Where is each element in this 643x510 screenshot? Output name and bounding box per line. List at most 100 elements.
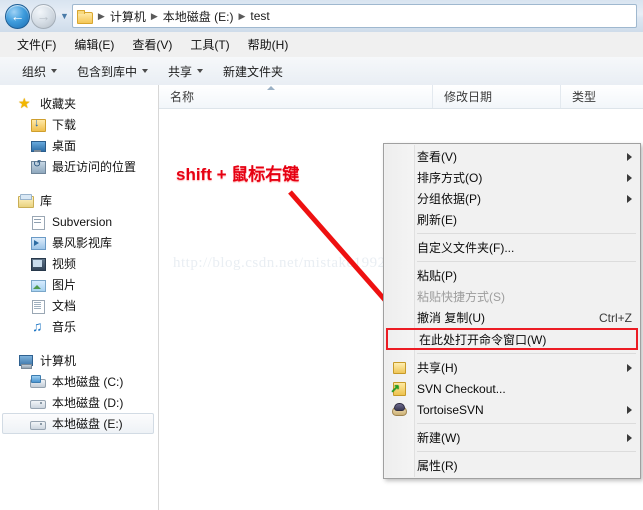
sidebar-group-label: 库	[40, 194, 53, 208]
folder-icon	[76, 9, 93, 24]
svn-checkout-icon	[390, 381, 407, 396]
ctx-undo-copy[interactable]: 撤消 复制(U) Ctrl+Z	[384, 307, 640, 328]
sidebar-item-item[interactable]: 最近访问的位置	[0, 156, 158, 177]
drive-icon	[30, 417, 46, 431]
sidebar-group-favorites[interactable]: 收藏夹	[0, 93, 158, 114]
ctx-properties[interactable]: 属性(R)	[384, 455, 640, 476]
sidebar-item-item[interactable]: 下载	[0, 114, 158, 135]
column-header-type[interactable]: 类型	[561, 85, 643, 108]
ctx-svn-checkout-label: SVN Checkout...	[417, 381, 506, 396]
ctx-customize-folder-label: 自定义文件夹(F)...	[417, 241, 515, 255]
column-header-name-label: 名称	[170, 90, 195, 104]
column-header-date-modified[interactable]: 修改日期	[433, 85, 561, 108]
computer-icon	[18, 354, 34, 369]
context-menu-separator	[417, 423, 636, 424]
title-bar: ← → ▼ ▶ 计算机 ▶ 本地磁盘 (E:) ▶ test	[0, 0, 643, 33]
menu-tools[interactable]: 工具(T)	[181, 33, 238, 56]
ctx-paste-shortcut: 粘贴快捷方式(S)	[384, 286, 640, 307]
ctx-tortoisesvn[interactable]: TortoiseSVN	[384, 399, 640, 420]
toolbar-organize[interactable]: 组织	[12, 59, 67, 84]
toolbar-share-label: 共享	[168, 64, 193, 79]
toolbar-organize-label: 组织	[22, 64, 47, 79]
context-menu-separator	[417, 233, 636, 234]
sidebar-item-label: 下载	[52, 118, 77, 132]
menu-help[interactable]: 帮助(H)	[239, 33, 298, 56]
sidebar-item-c[interactable]: 本地磁盘 (C:)	[0, 371, 158, 392]
sort-ascending-icon	[267, 86, 275, 90]
submenu-arrow-icon	[627, 363, 632, 372]
context-menu[interactable]: 查看(V) 排序方式(O) 分组依据(P) 刷新(E) 自定义文件夹(F)... 粘贴(P…	[383, 143, 641, 479]
column-header-type-label: 类型	[572, 90, 597, 104]
ctx-open-command-window-here-label: 在此处打开命令窗口(W)	[419, 332, 547, 347]
chevron-down-icon	[51, 69, 58, 73]
chevron-down-icon	[197, 69, 204, 73]
sidebar-item-item[interactable]: 音乐	[0, 316, 158, 337]
sidebar-item-label: 桌面	[52, 139, 77, 153]
ctx-group-by-label: 分组依据(P)	[417, 192, 481, 206]
sidebar-item-label: 文档	[52, 299, 77, 313]
sidebar-group-libraries[interactable]: 库	[0, 190, 158, 211]
toolbar-new-folder[interactable]: 新建文件夹	[213, 59, 293, 84]
ctx-open-command-window-here[interactable]: 在此处打开命令窗口(W)	[386, 328, 638, 350]
watermark-text: http://blog.csdn.net/mistake1992	[173, 255, 386, 271]
ctx-sort-by[interactable]: 排序方式(O)	[384, 167, 640, 188]
breadcrumb-drive-e[interactable]: 本地磁盘 (E:)	[162, 8, 235, 25]
sidebar-item-item[interactable]: 文档	[0, 295, 158, 316]
sidebar-item-item[interactable]: 暴风影视库	[0, 232, 158, 253]
ctx-customize-folder[interactable]: 自定义文件夹(F)...	[384, 237, 640, 258]
sidebar-group-computer[interactable]: 计算机	[0, 350, 158, 371]
downloads-icon	[30, 117, 46, 132]
toolbar-share[interactable]: 共享	[158, 59, 213, 84]
toolbar-include-in-library[interactable]: 包含到库中	[67, 59, 158, 84]
submenu-arrow-icon	[627, 173, 632, 182]
sidebar-group-label: 收藏夹	[40, 97, 77, 111]
ctx-svn-checkout[interactable]: SVN Checkout...	[384, 378, 640, 399]
history-dropdown-icon[interactable]: ▼	[60, 11, 69, 21]
sidebar-item-subversion[interactable]: Subversion	[0, 211, 158, 232]
breadcrumb-separator: ▶	[238, 10, 246, 21]
menu-view[interactable]: 查看(V)	[123, 33, 181, 56]
breadcrumb-separator: ▶	[150, 10, 158, 21]
navigation-pane[interactable]: 收藏夹下载桌面最近访问的位置库 Subversion 暴风影视库视频图片文档音乐计算…	[0, 85, 159, 510]
sidebar-item-item[interactable]: 桌面	[0, 135, 158, 156]
ctx-group-by[interactable]: 分组依据(P)	[384, 188, 640, 209]
music-icon	[30, 318, 46, 334]
breadcrumb-computer[interactable]: 计算机	[109, 8, 147, 25]
sidebar-item-label: 本地磁盘 (D:)	[52, 396, 124, 410]
column-header-name[interactable]: 名称	[159, 85, 433, 108]
sidebar-item-label: 本地磁盘 (C:)	[52, 375, 124, 389]
ctx-view[interactable]: 查看(V)	[384, 146, 640, 167]
ctx-new[interactable]: 新建(W)	[384, 427, 640, 448]
sidebar-item-item[interactable]: 视频	[0, 253, 158, 274]
ctx-share[interactable]: 共享(H)	[384, 357, 640, 378]
sidebar-item-d[interactable]: 本地磁盘 (D:)	[0, 392, 158, 413]
sidebar-item-label: Subversion	[52, 214, 113, 229]
menu-file[interactable]: 文件(F)	[8, 33, 65, 56]
submenu-arrow-icon	[627, 405, 632, 414]
address-bar[interactable]: ▶ 计算机 ▶ 本地磁盘 (E:) ▶ test	[71, 4, 637, 28]
explorer-window: ← → ▼ ▶ 计算机 ▶ 本地磁盘 (E:) ▶ test 文件(F) 编辑(E…	[0, 0, 643, 510]
context-menu-separator	[417, 451, 636, 452]
breadcrumb-test[interactable]: test	[249, 9, 270, 23]
ctx-refresh-label: 刷新(E)	[417, 213, 457, 227]
sidebar-group-label: 计算机	[40, 354, 77, 368]
command-toolbar: 组织 包含到库中 共享 新建文件夹	[0, 57, 643, 86]
annotation-label: shift + 鼠标右键	[176, 165, 300, 184]
forward-button[interactable]: →	[31, 3, 56, 29]
ctx-new-label: 新建(W)	[417, 431, 461, 445]
chevron-down-icon	[142, 69, 149, 73]
sidebar-item-label: 暴风影视库	[52, 236, 113, 250]
ctx-view-label: 查看(V)	[417, 150, 457, 164]
sidebar-item-e[interactable]: 本地磁盘 (E:)	[2, 413, 154, 434]
back-button[interactable]: ←	[5, 3, 30, 29]
ctx-refresh[interactable]: 刷新(E)	[384, 209, 640, 230]
sidebar-item-label: 最近访问的位置	[52, 160, 137, 174]
ctx-paste[interactable]: 粘贴(P)	[384, 265, 640, 286]
system-drive-icon	[30, 374, 46, 389]
star-icon	[18, 95, 34, 112]
menu-edit[interactable]: 编辑(E)	[65, 33, 123, 56]
sidebar-item-item[interactable]: 图片	[0, 274, 158, 295]
sidebar-item-label: 音乐	[52, 320, 77, 334]
navigation-buttons: ← → ▼	[5, 3, 72, 29]
